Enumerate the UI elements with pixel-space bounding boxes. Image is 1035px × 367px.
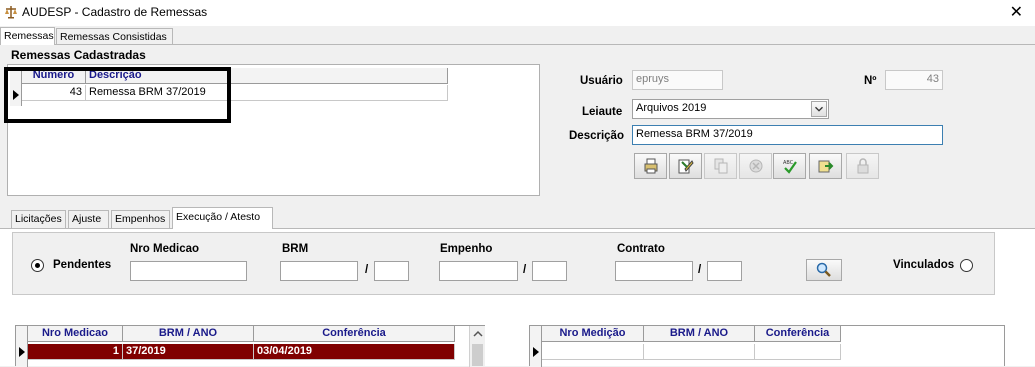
document-disabled-button[interactable] — [704, 153, 737, 179]
tab-label: Remessas — [4, 30, 54, 42]
vinculados-radio[interactable] — [960, 259, 973, 272]
tab-label: Ajuste — [72, 213, 102, 225]
edit-document-button[interactable] — [669, 153, 702, 179]
brm-year-input[interactable] — [374, 261, 409, 281]
empenho-slash: / — [523, 264, 527, 276]
remessas-group-caption: Remessas Cadastradas — [11, 48, 146, 62]
col-header-conferencia[interactable]: Conferência — [755, 326, 841, 342]
spellcheck-button[interactable]: ABC — [773, 153, 806, 179]
export-button[interactable] — [809, 153, 842, 179]
col-header-nro-medicao[interactable]: Nro Medicao — [28, 326, 123, 342]
tab-licitacoes[interactable]: Licitações — [11, 210, 66, 228]
cell-empty[interactable] — [644, 344, 755, 360]
leiaute-label: Leiaute — [582, 106, 623, 118]
tab-empenhos[interactable]: Empenhos — [111, 210, 170, 228]
descricao-label: Descrição — [569, 130, 624, 142]
tab-remessas-consistidas[interactable]: Remessas Consistidas — [56, 28, 173, 45]
pendentes-radio[interactable] — [31, 259, 44, 272]
vinculados-grid[interactable]: Nro Medição BRM / ANO Conferência — [529, 325, 1005, 367]
cell-conferencia[interactable]: 03/04/2019 — [254, 344, 455, 360]
contrato-year-input[interactable] — [707, 261, 742, 281]
tab-execucao-atesto[interactable]: Execução / Atesto — [172, 207, 273, 229]
window-title: AUDESP - Cadastro de Remessas — [22, 5, 208, 19]
scrollbar-thumb[interactable] — [472, 344, 483, 366]
col-header-brm-ano[interactable]: BRM / ANO — [123, 326, 254, 342]
cancel-disabled-icon — [749, 159, 762, 173]
leiaute-select[interactable]: Arquivos 2019 — [632, 99, 829, 119]
close-icon[interactable]: ✕ — [1010, 2, 1023, 21]
chevron-down-icon[interactable] — [811, 101, 827, 117]
vertical-scrollbar[interactable] — [469, 326, 485, 367]
tab-label: Execução / Atesto — [176, 211, 261, 223]
scales-app-icon — [5, 6, 17, 19]
leiaute-selected-value: Arquivos 2019 — [636, 102, 707, 114]
cancel-disabled-button[interactable] — [739, 153, 772, 179]
nro-medicao-input[interactable] — [130, 261, 247, 281]
contrato-label: Contrato — [617, 243, 665, 255]
tab-label: Remessas Consistidas — [60, 31, 167, 43]
search-button[interactable] — [806, 259, 842, 281]
brm-slash: / — [365, 264, 369, 276]
usuario-field[interactable]: epruys — [632, 70, 723, 90]
col-header-conferencia[interactable]: Conferência — [254, 326, 455, 342]
pendentes-label: Pendentes — [53, 259, 112, 271]
row-indicator-column — [16, 326, 28, 367]
cell-empty[interactable] — [755, 344, 841, 360]
col-header-nro-medicao[interactable]: Nro Medição — [542, 326, 644, 342]
current-row-arrow-icon — [533, 347, 539, 357]
highlight-box — [4, 67, 231, 123]
export-icon — [818, 160, 833, 173]
current-row-arrow-icon — [19, 347, 25, 357]
tab-remessas[interactable]: Remessas — [0, 27, 55, 45]
lock-disabled-button[interactable] — [846, 153, 879, 179]
contrato-slash: / — [698, 264, 702, 276]
descricao-field[interactable]: Remessa BRM 37/2019 — [632, 125, 943, 145]
print-icon — [644, 158, 657, 174]
empenho-year-input[interactable] — [532, 261, 567, 281]
row-indicator-column — [530, 326, 542, 367]
brm-label: BRM — [282, 243, 309, 255]
lock-disabled-icon — [857, 158, 868, 174]
brm-number-input[interactable] — [280, 261, 358, 281]
vinculados-label: Vinculados — [893, 259, 955, 271]
title-bar: AUDESP - Cadastro de Remessas ✕ — [0, 0, 1035, 26]
empenho-label: Empenho — [440, 243, 493, 255]
spellcheck-icon: ABC — [783, 160, 797, 174]
col-header-brm-ano[interactable]: BRM / ANO — [644, 326, 755, 342]
cell-empty[interactable] — [542, 344, 644, 360]
medicoes-grid[interactable]: Nro Medicao BRM / ANO Conferência 1 37/2… — [15, 325, 485, 367]
scroll-up-icon[interactable] — [470, 326, 486, 342]
cell-brm-ano[interactable]: 37/2019 — [123, 344, 254, 360]
search-icon — [816, 262, 831, 277]
document-disabled-icon — [714, 158, 727, 174]
print-button[interactable] — [634, 153, 667, 179]
numero-field[interactable]: 43 — [885, 70, 943, 90]
empenho-number-input[interactable] — [439, 261, 518, 281]
cell-nro-medicao[interactable]: 1 — [28, 344, 123, 360]
nro-medicao-label: Nro Medicao — [130, 243, 200, 255]
tab-label: Licitações — [15, 213, 62, 225]
contrato-number-input[interactable] — [615, 261, 693, 281]
numero-label: Nº — [864, 75, 877, 87]
usuario-label: Usuário — [580, 75, 623, 87]
edit-document-icon — [678, 159, 694, 174]
svg-text:ABC: ABC — [783, 160, 794, 166]
tab-ajuste[interactable]: Ajuste — [68, 210, 109, 228]
tab-label: Empenhos — [115, 213, 166, 225]
